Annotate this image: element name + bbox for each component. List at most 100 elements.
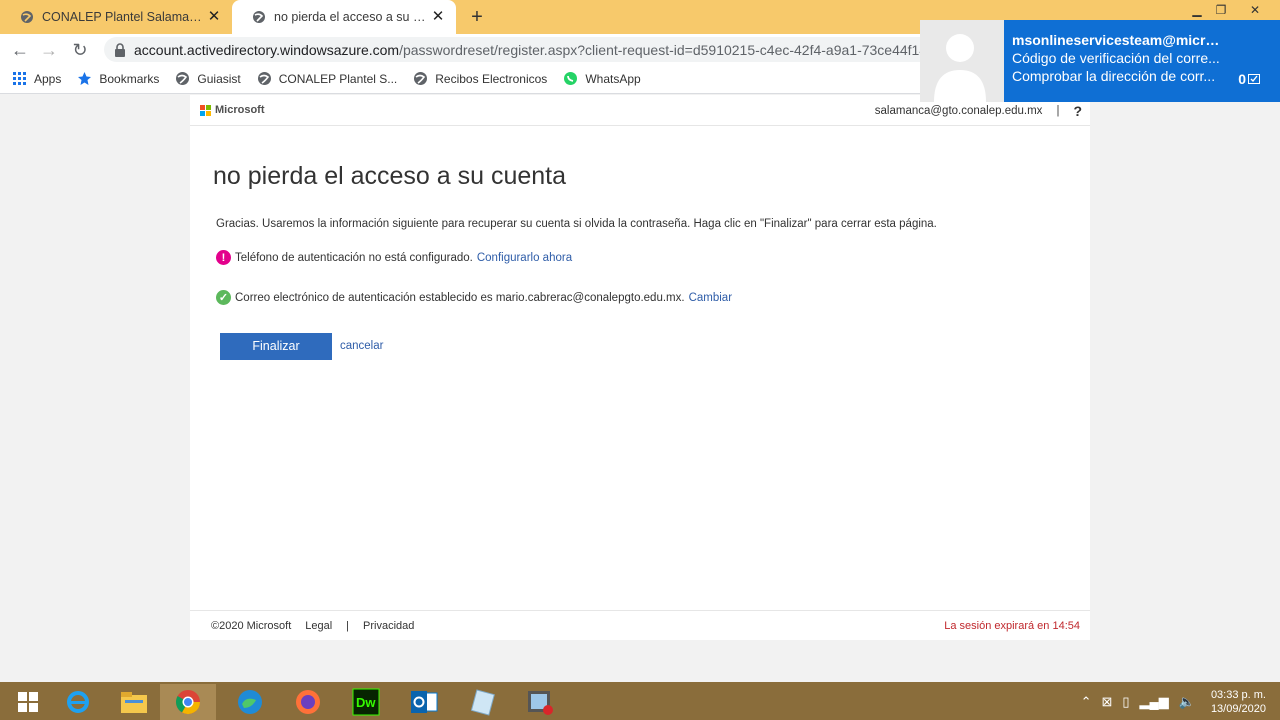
change-email-link[interactable]: Cambiar [689,292,732,304]
url-domain: account.activedirectory.windowsazure.com [134,41,400,58]
header-divider [190,125,1090,126]
firefox-icon [296,690,320,714]
unread-count-value: 0 [1238,71,1246,87]
password-reset-page: Microsoft salamanca@gto.conalep.edu.mx |… [190,95,1090,640]
tab-title: no pierda el acceso a su cuenta [274,10,430,24]
phone-status-row: ! Teléfono de autenticación no está conf… [216,250,572,265]
dreamweaver-icon: Dw [352,688,380,716]
battery-icon[interactable]: ▯ [1122,694,1129,710]
globe-icon [21,11,33,23]
edge-icon [238,690,262,714]
internet-explorer-icon [67,691,89,713]
page-title: no pierda el acceso a su cuenta [213,162,567,190]
footer-separator: | [346,620,350,632]
bookmark-label: WhatsApp [585,71,641,86]
volume-icon[interactable]: 🔈 [1179,694,1195,710]
avatar [920,20,1004,102]
taskbar-screen-recorder[interactable] [512,684,568,720]
mail-check-icon [1248,74,1260,84]
lock-icon [115,42,125,57]
tab-close-icon[interactable]: ✕ [206,9,222,25]
phone-status-text: Teléfono de autenticación no está config… [235,251,473,264]
folder-icon [121,692,147,713]
email-notification[interactable]: msonlineservicesteam@micro... Código de … [920,20,1280,102]
notification-subject: Código de verificación del corre... [1012,50,1220,66]
start-button[interactable] [0,684,56,720]
notification-text: msonlineservicesteam@micro... Código de … [1004,20,1234,102]
chrome-icon [175,690,200,715]
new-tab-button[interactable]: + [466,6,488,28]
footer-divider [190,610,1090,611]
clock-time: 03:33 p. m. [1210,689,1266,701]
unread-count: 0 [1238,71,1260,87]
user-bar: salamanca@gto.conalep.edu.mx | ? [875,103,1082,119]
clock-date: 13/09/2020 [1210,703,1266,715]
taskbar-dreamweaver[interactable]: Dw [338,684,394,720]
clock[interactable]: 03:33 p. m. 13/09/2020 [1211,688,1266,716]
notification-preview: Comprobar la dirección de corr... [1012,68,1216,84]
signed-in-email[interactable]: salamanca@gto.conalep.edu.mx [875,105,1043,117]
legal-link[interactable]: Legal [305,620,332,632]
forward-arrow-icon[interactable]: → [38,39,60,61]
bookmark-guiasist[interactable]: Guiasist [175,71,241,86]
tab-conalep[interactable]: CONALEP Plantel Salamanca ✕ [0,0,232,34]
tab-close-icon[interactable]: ✕ [430,9,446,25]
network-off-icon[interactable]: ⊠ [1101,694,1112,710]
copyright: ©2020 Microsoft [211,620,292,632]
back-arrow-icon[interactable]: ← [9,39,31,61]
taskbar-file-explorer[interactable] [106,684,162,720]
taskbar-internet-explorer[interactable] [50,684,106,720]
session-expiry: La sesión expirará en 14:54 [944,620,1080,632]
help-icon[interactable]: ? [1073,103,1082,119]
tab-password-reset[interactable]: no pierda el acceso a su cuenta ✕ [232,0,456,34]
footer: ©2020 Microsoft Legal | Privacidad [211,620,428,632]
taskbar-outlook[interactable] [396,684,452,720]
configure-phone-link[interactable]: Configurarlo ahora [477,252,572,264]
globe-icon [414,72,428,85]
notepad-icon [470,689,495,716]
email-status-text: Correo electrónico de autenticación esta… [235,291,685,304]
video-recorder-icon [528,691,553,715]
whatsapp-icon [564,72,578,85]
privacy-link[interactable]: Privacidad [363,620,414,632]
bookmark-bookmarks[interactable]: Bookmarks [77,71,159,86]
finish-button[interactable]: Finalizar [220,333,332,360]
globe-icon [176,72,190,85]
restore-icon[interactable]: ❐ [1206,0,1236,20]
tab-title: CONALEP Plantel Salamanca [42,10,206,24]
bookmark-label: Apps [34,71,62,86]
notification-sender: msonlineservicesteam@micro... [1012,32,1222,48]
star-icon [78,72,92,85]
microsoft-logo-icon [200,104,211,116]
taskbar-firefox[interactable] [280,684,336,720]
globe-icon [253,11,265,23]
taskbar-chrome[interactable] [160,684,216,720]
chevron-up-icon[interactable]: ⌃ [1081,694,1092,710]
check-circle-icon: ✓ [216,290,231,305]
bookmark-whatsapp[interactable]: WhatsApp [563,71,641,86]
windows-logo-icon [18,692,38,712]
brand-name: Microsoft [215,104,265,116]
signal-icon[interactable]: ▂▄▆ [1140,694,1169,710]
svg-text:Dw: Dw [356,695,376,710]
outlook-icon [411,691,438,713]
taskbar: Dw ⌃ ⊠ ▯ ▂▄▆ 🔈 03:33 p. m. 13/09/2020 [0,682,1280,720]
bookmark-label: Guiasist [197,71,241,86]
warning-icon: ! [216,250,231,265]
intro-text: Gracias. Usaremos la información siguien… [216,218,937,230]
window-close-icon[interactable]: ✕ [1240,0,1270,20]
email-status-row: ✓ Correo electrónico de autenticación es… [216,290,732,305]
bookmark-apps[interactable]: Apps [12,71,61,86]
taskbar-notepad[interactable] [454,684,510,720]
cancel-link[interactable]: cancelar [340,340,383,352]
microsoft-brand: Microsoft [200,104,265,116]
system-tray: ⌃ ⊠ ▯ ▂▄▆ 🔈 03:33 p. m. 13/09/2020 [1081,684,1266,720]
bookmark-recibos[interactable]: Recibos Electronicos [413,71,547,86]
person-icon [934,34,986,102]
reload-icon[interactable]: ↻ [69,39,91,61]
taskbar-edge[interactable] [222,684,278,720]
bookmark-label: Recibos Electronicos [435,71,548,86]
bookmark-label: CONALEP Plantel S... [278,71,398,86]
bookmark-conalep[interactable]: CONALEP Plantel S... [257,71,398,86]
globe-icon [257,72,271,85]
